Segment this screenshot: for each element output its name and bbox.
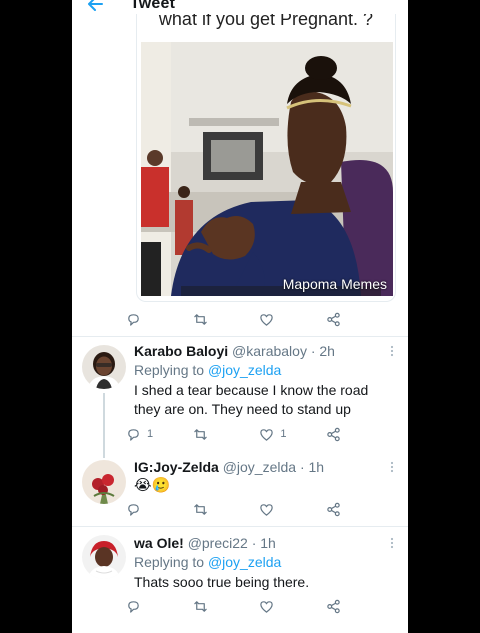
more-options-icon[interactable]	[390, 461, 394, 473]
like-count: 1	[280, 428, 287, 440]
reply-button[interactable]	[126, 599, 166, 614]
avatar[interactable]	[82, 345, 126, 389]
more-options-icon[interactable]	[390, 345, 394, 357]
heart-icon	[260, 503, 274, 516]
reply-text: I shed a tear because I know the road th…	[134, 382, 369, 417]
like-button[interactable]	[259, 312, 299, 327]
retweet-button[interactable]	[193, 599, 233, 614]
heart-icon	[260, 313, 274, 326]
reply-header: wa Ole! @preci22 · 1h	[134, 535, 276, 551]
meme-caption: what if you get Pregnant. ?	[158, 14, 374, 29]
share-button[interactable]	[326, 312, 366, 327]
retweet-icon	[193, 428, 207, 440]
share-icon	[327, 427, 340, 441]
reply-emoji: 😭🥲	[134, 477, 171, 494]
like-button[interactable]	[259, 599, 299, 614]
back-arrow-icon[interactable]	[86, 0, 104, 12]
avatar[interactable]	[82, 535, 126, 579]
retweet-icon	[193, 503, 207, 515]
reply-icon	[128, 503, 139, 516]
timestamp: · 1h	[299, 459, 325, 475]
heart-icon	[260, 428, 274, 441]
display-name[interactable]: IG:Joy-Zelda	[134, 459, 219, 475]
top-bar: Tweet	[72, 0, 408, 14]
share-icon	[327, 312, 340, 326]
reply-action-bar: 1 1	[126, 425, 366, 443]
more-options-icon[interactable]	[390, 537, 394, 549]
handle[interactable]: @joy_zelda	[223, 459, 296, 475]
reply-header: Karabo Baloyi @karabaloy · 2h	[134, 343, 335, 359]
reply-button[interactable]	[126, 312, 166, 327]
reply-text: Thats sooo true being there.	[134, 574, 310, 590]
mention-link[interactable]: @joy_zelda	[208, 554, 281, 570]
retweet-button[interactable]	[193, 502, 233, 517]
tweet-action-bar	[126, 310, 366, 328]
replying-label: Replying to	[134, 554, 205, 570]
reply-icon	[128, 600, 139, 613]
meme-photo[interactable]: Mapoma Memes	[141, 42, 393, 296]
share-icon	[327, 599, 340, 613]
reply-tweet[interactable]: wa Ole! @preci22 · 1h Replying to @joy_z…	[72, 527, 408, 633]
replying-label: Replying to	[134, 362, 205, 378]
avatar[interactable]	[82, 460, 126, 504]
thread-line	[103, 393, 105, 458]
meme-watermark: Mapoma Memes	[282, 276, 387, 292]
retweet-icon	[193, 600, 207, 612]
replying-to: Replying to @joy_zelda	[134, 362, 281, 378]
reply-button[interactable]	[126, 502, 166, 517]
mention-link[interactable]: @joy_zelda	[208, 362, 281, 378]
retweet-icon	[193, 313, 207, 325]
reply-action-bar	[126, 500, 366, 518]
share-button[interactable]	[326, 427, 366, 442]
handle[interactable]: @preci22	[188, 535, 248, 551]
share-button[interactable]	[326, 502, 366, 517]
heart-icon	[260, 600, 274, 613]
like-button[interactable]	[259, 502, 299, 517]
handle[interactable]: @karabaloy	[232, 343, 307, 359]
like-button[interactable]: 1	[259, 427, 299, 442]
replying-to: Replying to @joy_zelda	[134, 554, 281, 570]
timestamp: · 2h	[310, 343, 335, 359]
display-name[interactable]: Karabo Baloyi	[134, 343, 228, 359]
retweet-button[interactable]	[193, 427, 233, 442]
reply-count: 1	[147, 428, 154, 440]
tweet-media-card[interactable]: what if you get Pregnant. ? Mapoma Memes	[136, 14, 396, 302]
meme-image	[141, 42, 393, 296]
share-button[interactable]	[326, 599, 366, 614]
timestamp: · 1h	[251, 535, 276, 551]
display-name[interactable]: wa Ole!	[134, 535, 184, 551]
reply-header: IG:Joy-Zelda @joy_zelda · 1h	[134, 459, 324, 475]
reply-button[interactable]: 1	[126, 427, 166, 442]
tweet-detail-screen: Tweet what if you get Pregnant. ? Mapoma…	[72, 0, 408, 633]
reply-action-bar	[126, 597, 366, 615]
reply-tweet[interactable]: Karabo Baloyi @karabaloy · 2h Replying t…	[72, 337, 408, 460]
share-icon	[327, 502, 340, 516]
retweet-button[interactable]	[193, 312, 233, 327]
reply-icon	[128, 428, 139, 441]
page-title: Tweet	[130, 0, 176, 12]
reply-icon	[128, 313, 139, 326]
reply-tweet[interactable]: IG:Joy-Zelda @joy_zelda · 1h 😭🥲	[72, 459, 408, 524]
